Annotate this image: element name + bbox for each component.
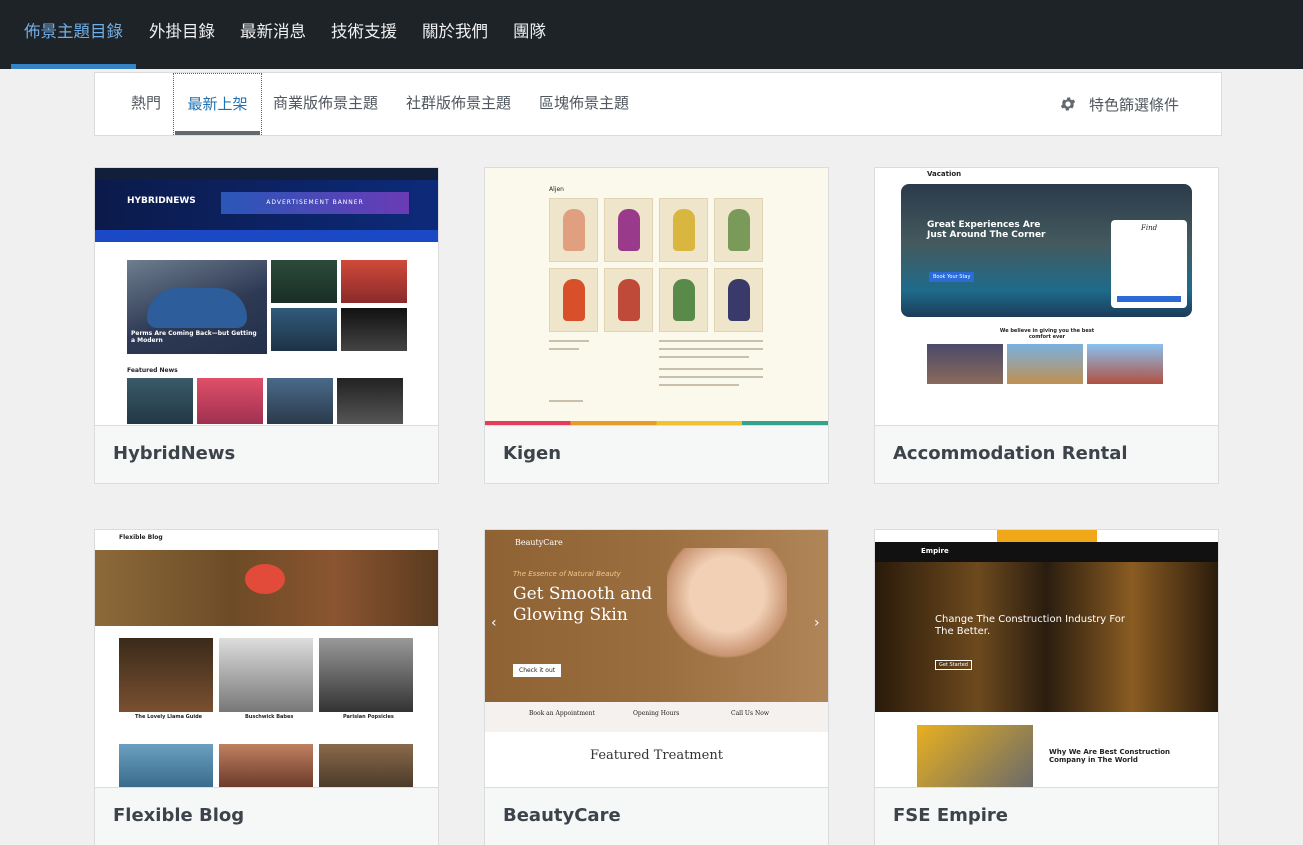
theme-screenshot[interactable]: HYBRIDNEWS ADVERTISEMENT BANNER Perms Ar…	[95, 168, 438, 425]
theme-card-beautycare[interactable]: BeautyCare The Essence of Natural Beauty…	[484, 529, 829, 845]
shot-section: Featured News	[127, 367, 178, 374]
shot-bar-item: Opening Hours	[633, 710, 680, 717]
nav-item-support[interactable]: 技術支援	[331, 0, 397, 69]
theme-card-kigen[interactable]: Aljen Kigen	[484, 167, 829, 484]
nav-item-team[interactable]: 團隊	[513, 0, 546, 69]
theme-screenshot[interactable]: Empire Change The Construction Industry …	[875, 530, 1218, 787]
tab-latest-label: 最新上架	[187, 95, 248, 113]
shot-post-title: Buschwick Babes	[245, 714, 294, 720]
tab-popular[interactable]: 熱門	[131, 73, 161, 135]
shot-section: We believe in giving you the best comfor…	[999, 328, 1095, 340]
theme-name[interactable]: BeautyCare	[485, 787, 828, 845]
shot-section: Featured Treatment	[590, 748, 723, 763]
shot-hero-title: Great Experiences Are Just Around The Co…	[927, 220, 1046, 240]
shot-cta: Check it out	[513, 664, 562, 677]
theme-screenshot[interactable]: Vacation Great Experiences Are Just Arou…	[875, 168, 1218, 425]
nav-item-news[interactable]: 最新消息	[240, 0, 306, 69]
theme-card-hybridnews[interactable]: HYBRIDNEWS ADVERTISEMENT BANNER Perms Ar…	[94, 167, 439, 484]
theme-screenshot[interactable]: Aljen	[485, 168, 828, 425]
shot-brand: BeautyCare	[515, 538, 563, 547]
shot-headline: Get Smooth and Glowing Skin	[513, 584, 653, 625]
theme-card-fse-empire[interactable]: Empire Change The Construction Industry …	[874, 529, 1219, 845]
theme-name[interactable]: Accommodation Rental	[875, 425, 1218, 483]
tab-block-themes[interactable]: 區塊佈景主題	[539, 73, 629, 135]
theme-name[interactable]: Kigen	[485, 425, 828, 483]
slider-next-arrow-icon: ›	[814, 615, 820, 631]
theme-name[interactable]: Flexible Blog	[95, 787, 438, 845]
theme-filter-bar: 熱門 最新上架 商業版佈景主題 社群版佈景主題 區塊佈景主題 特色篩選條件	[94, 72, 1222, 136]
tab-latest[interactable]: 最新上架	[173, 73, 262, 135]
feature-filter-label: 特色篩選條件	[1088, 95, 1179, 114]
shot-section: Why We Are Best Construction Company in …	[1049, 748, 1171, 764]
nav-item-theme-directory[interactable]: 佈景主題目錄	[24, 0, 123, 69]
nav-item-about[interactable]: 關於我們	[422, 0, 488, 69]
theme-screenshot[interactable]: Flexible Blog The Lovely Llama Guide Bus…	[95, 530, 438, 787]
shot-brand: Vacation	[927, 170, 962, 178]
shot-kicker: The Essence of Natural Beauty	[513, 570, 621, 578]
theme-name[interactable]: HybridNews	[95, 425, 438, 483]
theme-name[interactable]: FSE Empire	[875, 787, 1218, 845]
shot-headline: Change The Construction Industry For The…	[935, 614, 1126, 637]
shot-bar-item: Book an Appointment	[529, 710, 595, 717]
tab-active-indicator	[175, 131, 260, 135]
shot-form-title: Find	[1141, 224, 1158, 232]
top-nav: 佈景主題目錄 外掛目錄 最新消息 技術支援 關於我們 團隊	[0, 0, 1303, 69]
tab-commercial[interactable]: 商業版佈景主題	[273, 73, 378, 135]
shot-post-title: The Lovely Llama Guide	[135, 714, 203, 720]
theme-card-accommodation-rental[interactable]: Vacation Great Experiences Are Just Arou…	[874, 167, 1219, 484]
shot-ad-banner: ADVERTISEMENT BANNER	[221, 192, 409, 214]
theme-screenshot[interactable]: BeautyCare The Essence of Natural Beauty…	[485, 530, 828, 787]
shot-post-title: Parisian Popsicles	[343, 714, 394, 720]
shot-headline: Perms Are Coming Back—but Getting a Mode…	[131, 330, 257, 344]
shot-logo: HYBRIDNEWS	[127, 196, 196, 206]
shot-brand: Flexible Blog	[119, 534, 163, 541]
shot-cta: Get Started	[935, 660, 972, 670]
shot-cta: Book Your Stay	[929, 272, 975, 282]
nav-item-plugin-directory[interactable]: 外掛目錄	[149, 0, 215, 69]
shot-heading: Aljen	[549, 186, 564, 193]
shot-bar-item: Call Us Now	[731, 710, 769, 717]
theme-card-flexible-blog[interactable]: Flexible Blog The Lovely Llama Guide Bus…	[94, 529, 439, 845]
gear-icon	[1060, 97, 1076, 111]
feature-filter-button[interactable]: 特色篩選條件	[1059, 73, 1179, 135]
tab-community[interactable]: 社群版佈景主題	[406, 73, 511, 135]
slider-prev-arrow-icon: ‹	[491, 615, 497, 631]
active-nav-indicator	[11, 64, 136, 69]
shot-brand: Empire	[921, 547, 949, 555]
